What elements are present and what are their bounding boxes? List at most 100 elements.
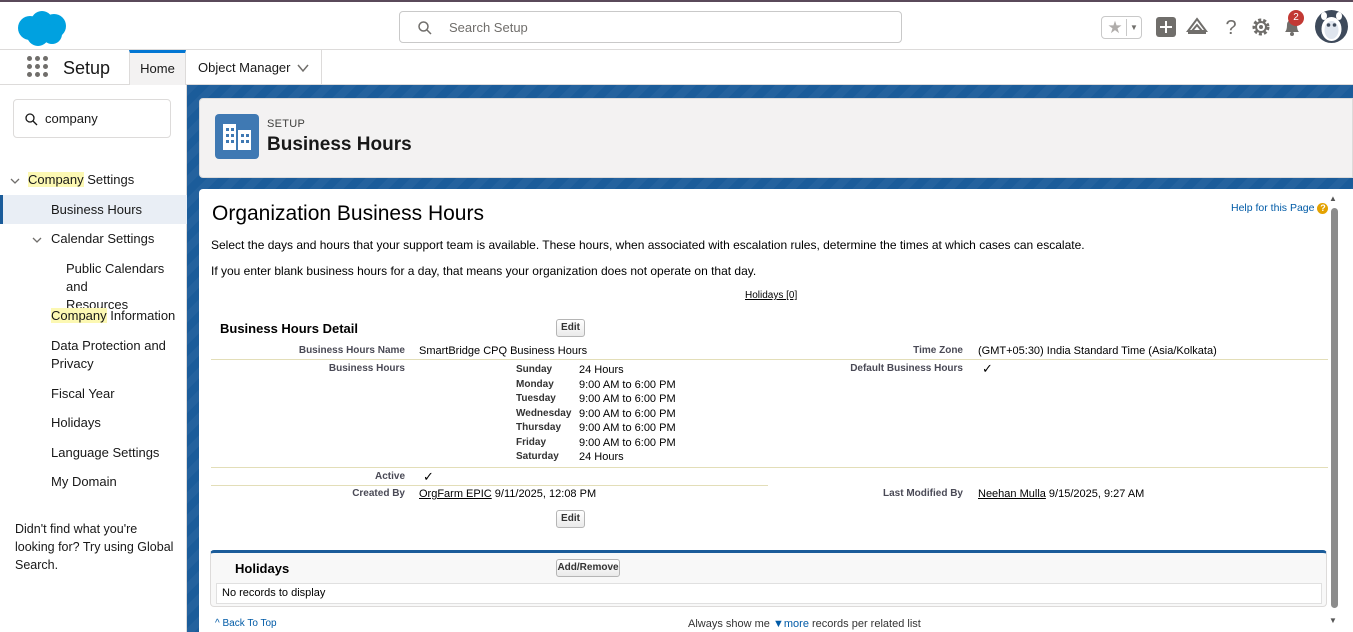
modified-by-user-link[interactable]: Neehan Mulla [978,488,1046,500]
scroll-up-arrow-icon[interactable]: ▲ [1329,194,1337,203]
page-title: Business Hours [267,134,412,155]
active-checkmark: ✓ [423,469,434,484]
edit-button-top[interactable]: Edit [556,319,585,337]
help-link[interactable]: Help for this Page? [1231,202,1329,214]
help-icon[interactable]: ? [1220,16,1242,38]
search-placeholder: Search Setup [449,20,528,35]
sidebar-item-company-information[interactable]: Company Information [51,307,175,325]
global-actions-icon[interactable] [1155,16,1177,38]
building-icon [215,114,259,159]
holidays-related-link[interactable]: Holidays [0] [745,290,797,301]
star-icon[interactable]: ★ [1104,17,1126,38]
sidebar-item-public-calendars[interactable]: Public Calendars and Resources [66,260,186,314]
holidays-list-title: Holidays [235,561,290,576]
footer-line: Didn't find what you're [15,522,138,536]
row-divider [211,359,1328,360]
chevron-down-icon[interactable] [32,235,42,245]
app-title: Setup [63,58,111,78]
setup-sidebar: company Company Settings Business Hours … [0,85,187,632]
app-launcher-icon[interactable] [27,56,49,78]
created-date: 9/11/2025, 12:08 PM [491,488,597,500]
sidebar-item-holidays[interactable]: Holidays [51,414,101,432]
sidebar-item-business-hours[interactable]: Business Hours [51,201,142,219]
scroll-down-arrow-icon[interactable]: ▼ [1329,616,1337,625]
holidays-related-list: Holidays Add/Remove No records to displa… [210,550,1327,607]
schedule-day: Tuesday [516,393,556,404]
sidebar-item-label: Public Calendars and [66,261,165,294]
detail-section-title: Business Hours Detail [220,321,358,336]
salesforce-logo[interactable] [14,8,70,48]
notification-count-badge: 2 [1288,10,1304,26]
chevron-down-icon[interactable]: ▼ [1126,19,1141,36]
user-avatar[interactable] [1315,10,1348,43]
search-highlight: Company [28,172,84,187]
sidebar-footer-text: Didn't find what you're looking for? Try… [15,520,180,574]
quick-find-value: company [45,111,98,126]
schedule-hours: 24 Hours [579,364,624,376]
business-hours-name-value: SmartBridge CPQ Business Hours [419,345,588,357]
schedule-day: Friday [516,437,547,448]
schedule-day: Monday [516,379,554,390]
field-label: Last Modified By [882,488,963,499]
sidebar-item-language-settings[interactable]: Language Settings [51,444,159,462]
schedule-hours: 9:00 AM to 6:00 PM [579,437,676,449]
schedule-day: Saturday [516,451,559,462]
help-link-label: Help for this Page [1231,202,1315,214]
astro-avatar-icon [1315,10,1348,43]
created-by-user-link[interactable]: OrgFarm EPIC [419,488,492,500]
description-text-2: If you enter blank business hours for a … [211,264,757,278]
show-more-link[interactable]: ▼more [773,618,809,630]
content-title: Organization Business Hours [212,202,484,225]
page-header: SETUP Business Hours [199,98,1353,178]
back-to-top-link[interactable]: ^ Back To Top [215,618,277,629]
page-eyebrow: SETUP [267,118,306,130]
search-icon [25,113,38,126]
always-show-suffix: records per related list [808,618,921,630]
always-show-more-text: Always show me ▼more records per related… [688,618,921,630]
empty-records-message: No records to display [216,583,1322,604]
sidebar-item-fiscal-year[interactable]: Fiscal Year [51,385,115,403]
sidebar-item-data-protection[interactable]: Data Protection and Privacy [51,337,166,373]
field-label: Default Business Hours [850,363,963,374]
global-search-input[interactable]: Search Setup [399,11,902,43]
sidebar-item-label: Information [106,308,176,323]
field-label: Created By [352,488,405,499]
sidebar-item-label: Settings [83,172,135,187]
global-header: Search Setup ★ ▼ ? 2 [0,0,1353,50]
search-highlight: Company [51,308,107,323]
scrollbar-thumb[interactable] [1331,208,1338,608]
sidebar-item-calendar-settings[interactable]: Calendar Settings [51,230,154,248]
field-label: Business Hours [328,363,405,374]
show-more-label: more [783,618,809,630]
gear-icon[interactable] [1250,16,1272,38]
edit-button-bottom[interactable]: Edit [556,510,585,528]
description-text: Select the days and hours that your supp… [211,238,1085,252]
back-to-top-label: Back To Top [222,618,277,629]
main-content: Organization Business Hours Help for thi… [199,189,1353,632]
triangle-down-icon: ▼ [772,618,784,630]
quick-find-input[interactable]: company [13,99,171,138]
content-scrollbar[interactable]: ▲ ▼ [1329,194,1339,626]
created-by-value: OrgFarm EPIC 9/11/2025, 12:08 PM [419,488,596,500]
always-show-prefix: Always show me [688,618,773,630]
field-label: Business Hours Name [298,345,405,356]
favorites-button[interactable]: ★ ▼ [1101,16,1142,39]
schedule-hours: 9:00 AM to 6:00 PM [579,408,676,420]
schedule-day: Sunday [516,364,553,375]
sidebar-item-my-domain[interactable]: My Domain [51,473,117,491]
chevron-down-icon[interactable] [297,62,309,74]
sidebar-item-company-settings[interactable]: Company Settings [28,171,134,189]
add-remove-button[interactable]: Add/Remove [556,559,620,577]
footer-line: Search. [15,558,59,572]
tab-object-manager[interactable]: Object Manager [186,50,322,85]
modified-date: 9/15/2025, 9:27 AM [1045,488,1145,500]
search-icon [418,21,432,35]
tab-home[interactable]: Home [129,50,186,85]
trailhead-guidance-icon[interactable] [1186,16,1208,38]
chevron-down-icon[interactable] [10,176,20,186]
time-zone-value: (GMT+05:30) India Standard Time (Asia/Ko… [978,345,1217,357]
schedule-hours: 9:00 AM to 6:00 PM [579,422,676,434]
footer-line: looking for? Try using Global [15,540,174,554]
help-question-icon: ? [1317,202,1329,214]
row-divider [211,467,1328,468]
